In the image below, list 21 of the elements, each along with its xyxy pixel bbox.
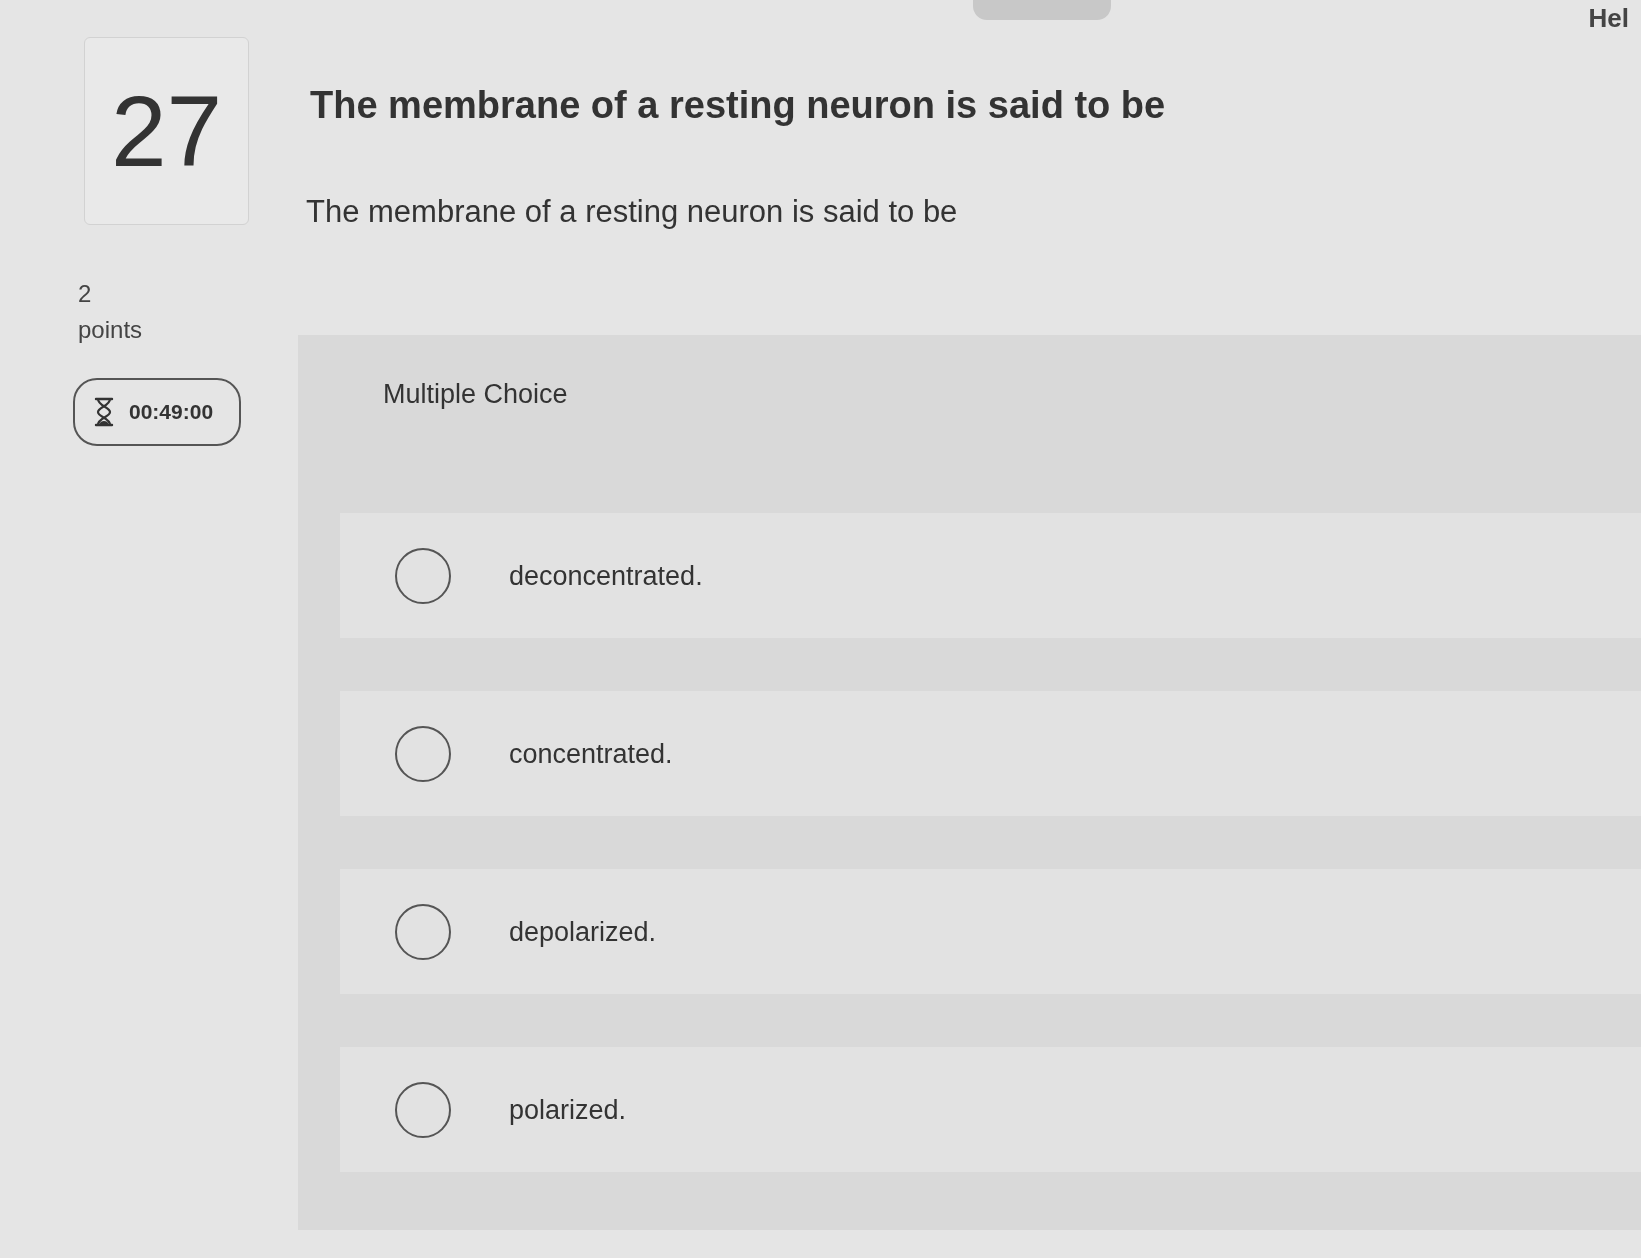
- radio-button[interactable]: [395, 1081, 451, 1138]
- option-text: polarized.: [509, 1093, 627, 1127]
- answer-option[interactable]: deconcentrated.: [340, 513, 1641, 638]
- points-value: 2: [78, 280, 92, 308]
- question-prompt: The membrane of a resting neuron is said to be: [306, 193, 958, 231]
- hourglass-icon: [93, 397, 115, 427]
- answer-option[interactable]: polarized.: [340, 1047, 1641, 1172]
- radio-button[interactable]: [395, 725, 451, 782]
- points-label: points: [78, 316, 143, 344]
- question-title: The membrane of a resting neuron is said to be: [310, 85, 1166, 125]
- radio-button[interactable]: [395, 903, 451, 960]
- option-text: depolarized.: [509, 915, 657, 949]
- option-text: concentrated.: [509, 737, 673, 771]
- answer-option[interactable]: depolarized.: [340, 869, 1641, 994]
- timer-text: 00:49:00: [129, 399, 214, 426]
- option-text: deconcentrated.: [509, 559, 703, 593]
- radio-button[interactable]: [395, 547, 451, 604]
- answer-option[interactable]: concentrated.: [340, 691, 1641, 816]
- question-type-label: Multiple Choice: [383, 379, 568, 409]
- question-number: 27: [110, 81, 223, 181]
- help-link[interactable]: Hel: [1588, 2, 1629, 34]
